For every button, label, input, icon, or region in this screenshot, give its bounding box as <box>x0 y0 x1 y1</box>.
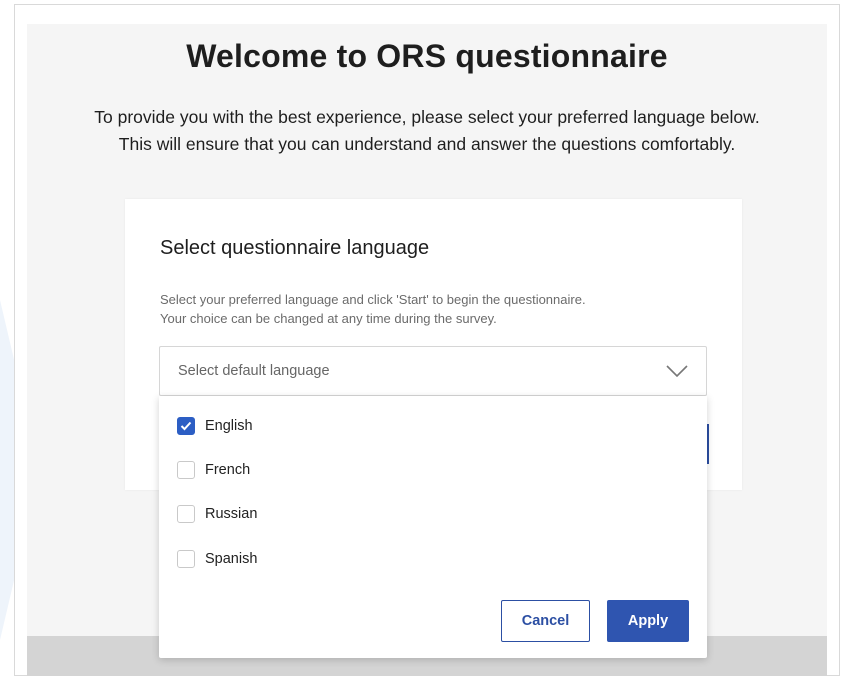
card-title: Select questionnaire language <box>160 237 430 259</box>
cancel-button[interactable]: Cancel <box>501 600 590 642</box>
intro-line-1: To provide you with the best experience,… <box>94 107 760 127</box>
language-option-label: Spanish <box>205 551 258 567</box>
checkbox-unchecked-icon[interactable] <box>177 461 195 479</box>
checkbox-checked-icon[interactable] <box>177 417 195 435</box>
card-description-line-1: Select your preferred language and click… <box>160 292 586 307</box>
intro-line-2: This will ensure that you can understand… <box>118 134 736 154</box>
chevron-down-icon[interactable] <box>666 364 688 378</box>
checkbox-unchecked-icon[interactable] <box>177 550 195 568</box>
language-option-label: French <box>205 462 251 478</box>
language-option-spanish[interactable]: Spanish <box>177 547 257 571</box>
intro-text: To provide you with the best experience,… <box>0 104 854 158</box>
language-select[interactable]: Select default language <box>159 346 707 396</box>
language-dropdown: English French Russian Spanish Cancel Ap… <box>159 396 707 658</box>
checkbox-unchecked-icon[interactable] <box>177 505 195 523</box>
apply-button[interactable]: Apply <box>607 600 689 642</box>
card-description: Select your preferred language and click… <box>160 290 720 328</box>
language-select-placeholder: Select default language <box>178 363 330 379</box>
language-option-english[interactable]: English <box>177 414 253 438</box>
language-option-label: Russian <box>205 506 258 522</box>
language-option-russian[interactable]: Russian <box>177 502 257 526</box>
language-option-french[interactable]: French <box>177 458 250 482</box>
card-description-line-2: Your choice can be changed at any time d… <box>160 311 497 326</box>
page-title: Welcome to ORS questionnaire <box>186 38 668 74</box>
language-option-label: English <box>205 418 253 434</box>
